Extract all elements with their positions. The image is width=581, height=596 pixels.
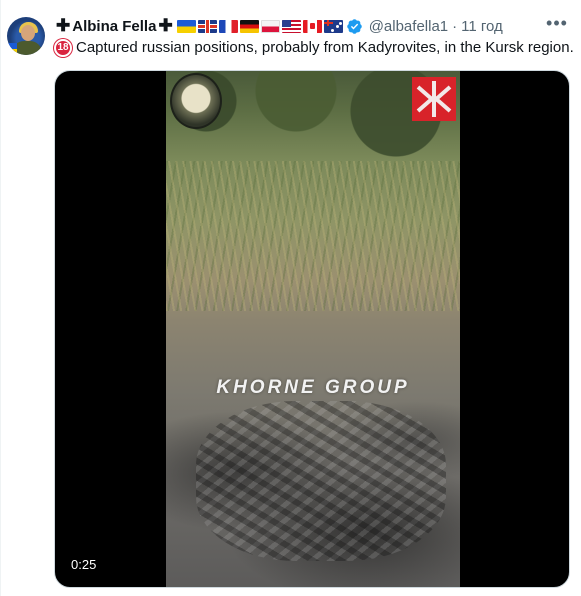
usa-flag-icon bbox=[281, 19, 301, 33]
tweet-body: Captured russian positions, probably fro… bbox=[76, 39, 574, 56]
channel-logo-left bbox=[170, 73, 222, 129]
tweet-header: ✚ Albina Fella ✚ @albafella1 · 11 год bbox=[54, 16, 503, 36]
meta-separator: · bbox=[452, 17, 458, 35]
uk-flag-icon bbox=[197, 19, 217, 33]
video-watermark: KHORNE GROUP bbox=[216, 377, 410, 398]
canada-flag-icon bbox=[302, 19, 322, 33]
tweet-card[interactable]: ✚ Albina Fella ✚ @albafella1 · 11 год ••… bbox=[0, 0, 581, 596]
author-display-name: Albina Fella bbox=[72, 17, 157, 35]
video-grass bbox=[166, 161, 460, 311]
age-18-badge-icon: 18 bbox=[54, 39, 72, 57]
video-player[interactable]: KHORNE GROUP 0:25 bbox=[54, 70, 570, 588]
video-frame: KHORNE GROUP bbox=[166, 71, 460, 587]
name-prefix-cross: ✚ bbox=[56, 16, 71, 35]
france-flag-icon bbox=[218, 19, 238, 33]
australia-flag-icon bbox=[323, 19, 343, 33]
author-handle[interactable]: @albafella1 bbox=[369, 18, 448, 35]
poland-flag-icon bbox=[260, 19, 280, 33]
flags-row bbox=[176, 19, 345, 33]
tweet-timestamp[interactable]: 11 год bbox=[461, 18, 503, 35]
video-duration: 0:25 bbox=[71, 557, 97, 572]
channel-logo-right bbox=[412, 77, 456, 121]
tweet-text: 18 Captured russian positions, probably … bbox=[54, 38, 574, 58]
video-shadow bbox=[196, 401, 446, 561]
author-avatar[interactable] bbox=[7, 17, 45, 55]
more-options-icon[interactable]: ••• bbox=[543, 12, 571, 34]
author-name-link[interactable]: ✚ Albina Fella ✚ bbox=[54, 16, 175, 36]
ukraine-flag-icon bbox=[176, 19, 196, 33]
germany-flag-icon bbox=[239, 19, 259, 33]
verified-badge-icon bbox=[346, 18, 362, 34]
name-suffix-cross: ✚ bbox=[158, 16, 173, 35]
